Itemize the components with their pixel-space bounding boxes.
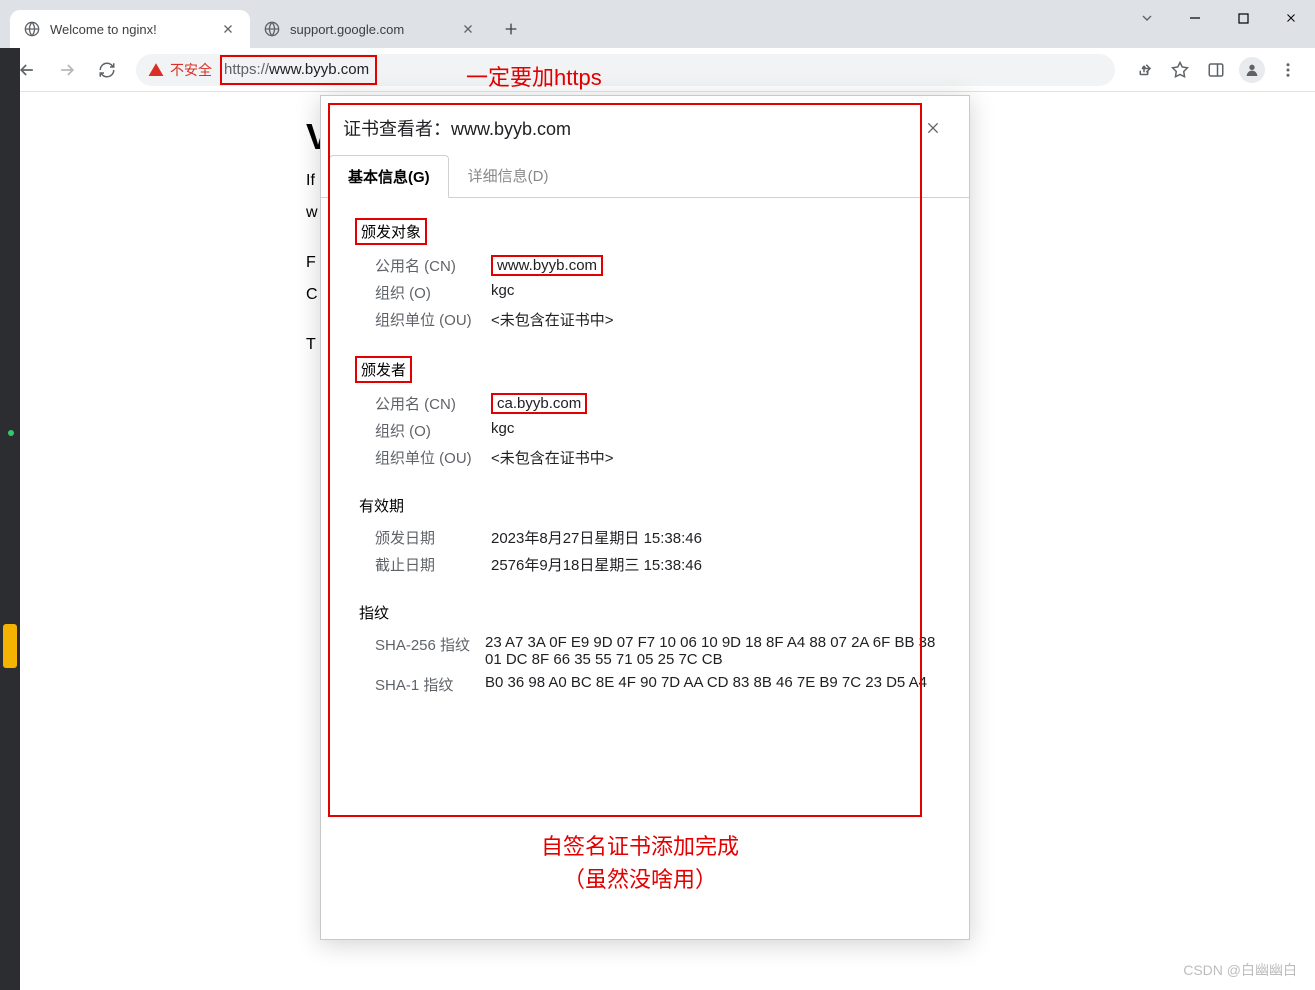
close-icon[interactable]	[919, 114, 947, 142]
issuer-heading: 颁发者	[355, 356, 412, 383]
tab-title: support.google.com	[290, 22, 450, 37]
tabstrip: Welcome to nginx! support.google.com	[0, 0, 1123, 48]
menu-icon[interactable]	[1271, 53, 1305, 87]
annotation-url-note: 一定要加https	[466, 60, 602, 92]
cn-value: ca.byyb.com	[491, 393, 941, 414]
toolbar: 不安全 https://www.byyb.com	[0, 48, 1315, 92]
dialog-body: 颁发对象 公用名 (CN)www.byyb.com 组织 (O)kgc 组织单位…	[321, 198, 969, 939]
address-bar[interactable]: 不安全 https://www.byyb.com	[136, 54, 1115, 86]
expires-label: 截止日期	[375, 554, 491, 575]
globe-icon	[24, 21, 40, 37]
issuer-section: 颁发者 公用名 (CN)ca.byyb.com 组织 (O)kgc 组织单位 (…	[349, 356, 941, 468]
validity-heading: 有效期	[355, 494, 408, 517]
validity-section: 有效期 颁发日期2023年8月27日星期日 15:38:46 截止日期2576年…	[349, 494, 941, 575]
security-label: 不安全	[170, 60, 212, 80]
security-status[interactable]: 不安全	[148, 60, 212, 80]
certificate-viewer-dialog: 证书查看者：www.byyb.com 基本信息(G) 详细信息(D) 颁发对象 …	[320, 95, 970, 940]
toolbar-right	[1127, 53, 1305, 87]
cn-label: 公用名 (CN)	[375, 255, 491, 276]
titlebar: Welcome to nginx! support.google.com	[0, 0, 1315, 48]
forward-button[interactable]	[50, 53, 84, 87]
window-close-button[interactable]	[1267, 0, 1315, 36]
fingerprints-section: 指纹 SHA-256 指纹23 A7 3A 0F E9 9D 07 F7 10 …	[349, 601, 941, 695]
sha1-value: B0 36 98 A0 BC 8E 4F 90 7D AA CD 83 8B 4…	[485, 674, 941, 695]
globe-icon	[264, 21, 280, 37]
issued-label: 颁发日期	[375, 527, 491, 548]
url-annotation-box: https://www.byyb.com	[220, 55, 377, 85]
dialog-header: 证书查看者：www.byyb.com	[321, 96, 969, 154]
o-value: kgc	[491, 420, 941, 441]
tab-details[interactable]: 详细信息(D)	[449, 154, 568, 197]
subject-heading: 颁发对象	[355, 218, 427, 245]
cn-label: 公用名 (CN)	[375, 393, 491, 414]
minimize-button[interactable]	[1171, 0, 1219, 36]
ou-label: 组织单位 (OU)	[375, 309, 491, 330]
share-icon[interactable]	[1127, 53, 1161, 87]
url-text: https://www.byyb.com	[224, 61, 369, 78]
o-label: 组织 (O)	[375, 420, 491, 441]
bookmark-icon[interactable]	[1163, 53, 1197, 87]
reload-button[interactable]	[90, 53, 124, 87]
warning-icon	[148, 62, 164, 78]
fingerprints-heading: 指纹	[355, 601, 393, 624]
watermark: CSDN @白幽幽白	[1183, 960, 1297, 980]
maximize-button[interactable]	[1219, 0, 1267, 36]
sha256-label: SHA-256 指纹	[375, 634, 485, 668]
ou-value: <未包含在证书中>	[491, 447, 941, 468]
close-icon[interactable]	[220, 21, 236, 37]
window-controls	[1123, 0, 1315, 48]
o-label: 组织 (O)	[375, 282, 491, 303]
dialog-title: 证书查看者：www.byyb.com	[343, 115, 919, 141]
sha256-value: 23 A7 3A 0F E9 9D 07 F7 10 06 10 9D 18 8…	[485, 634, 941, 668]
ou-label: 组织单位 (OU)	[375, 447, 491, 468]
issued-value: 2023年8月27日星期日 15:38:46	[491, 527, 941, 548]
annotation-bottom: 自签名证书添加完成 （虽然没啥用）	[440, 830, 840, 896]
expires-value: 2576年9月18日星期三 15:38:46	[491, 554, 941, 575]
tab-support[interactable]: support.google.com	[250, 10, 490, 48]
new-tab-button[interactable]	[496, 14, 526, 44]
sidepanel-icon[interactable]	[1199, 53, 1233, 87]
sha1-label: SHA-1 指纹	[375, 674, 485, 695]
tab-general[interactable]: 基本信息(G)	[329, 155, 449, 198]
ou-value: <未包含在证书中>	[491, 309, 941, 330]
tab-title: Welcome to nginx!	[50, 22, 210, 37]
background-badge	[3, 624, 17, 668]
chevron-down-icon[interactable]	[1123, 0, 1171, 36]
close-icon[interactable]	[460, 21, 476, 37]
background-sidebar	[0, 48, 20, 990]
dialog-tabs: 基本信息(G) 详细信息(D)	[321, 154, 969, 198]
subject-section: 颁发对象 公用名 (CN)www.byyb.com 组织 (O)kgc 组织单位…	[349, 218, 941, 330]
tab-nginx[interactable]: Welcome to nginx!	[10, 10, 250, 48]
cn-value: www.byyb.com	[491, 255, 941, 276]
o-value: kgc	[491, 282, 941, 303]
background-dot	[8, 430, 14, 436]
profile-avatar[interactable]	[1235, 53, 1269, 87]
